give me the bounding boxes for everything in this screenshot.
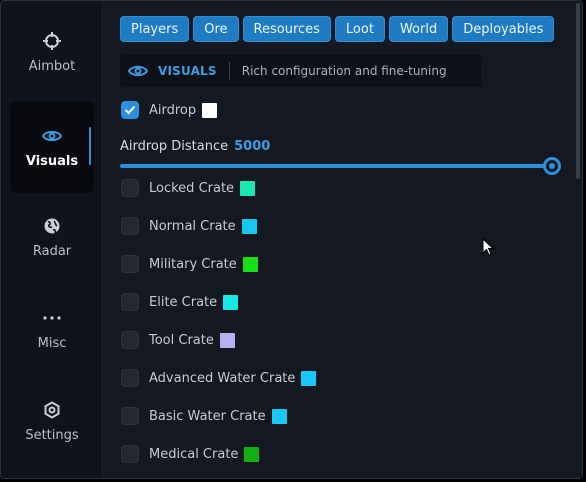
list-item: Advanced Water Crate bbox=[121, 368, 317, 388]
sidebar-item-misc[interactable]: Misc bbox=[10, 283, 94, 375]
airdrop-distance-label: Airdrop Distance 5000 bbox=[120, 139, 270, 154]
sidebar-item-label: Visuals bbox=[25, 153, 79, 169]
header-divider bbox=[228, 62, 230, 80]
elite-crate-color-swatch[interactable] bbox=[223, 294, 239, 310]
active-indicator bbox=[89, 127, 91, 165]
advanced-water-crate-checkbox[interactable] bbox=[121, 369, 139, 387]
crosshair-icon bbox=[42, 31, 62, 51]
sidebar-item-settings[interactable]: Settings bbox=[10, 375, 94, 467]
military-crate-color-swatch[interactable] bbox=[242, 256, 258, 272]
sidebar-item-visuals[interactable]: Visuals bbox=[10, 101, 94, 193]
advanced-water-crate-label: Advanced Water Crate bbox=[149, 370, 296, 386]
main-panel: Players Ore Resources Loot World Deploya… bbox=[104, 1, 582, 478]
slider-label-text: Airdrop Distance bbox=[120, 139, 229, 154]
sidebar-item-aimbot[interactable]: Aimbot bbox=[10, 6, 94, 98]
check-icon bbox=[124, 105, 136, 115]
tool-crate-color-swatch[interactable] bbox=[219, 332, 235, 348]
sidebar-item-label: Radar bbox=[32, 243, 72, 259]
airdrop-checkbox[interactable] bbox=[121, 101, 139, 119]
category-tabs: Players Ore Resources Loot World Deploya… bbox=[120, 16, 555, 42]
tab-ore[interactable]: Ore bbox=[193, 16, 239, 42]
eye-icon bbox=[42, 126, 62, 146]
airdrop-label: Airdrop bbox=[149, 102, 197, 118]
tab-players[interactable]: Players bbox=[120, 16, 190, 42]
list-item: Military Crate bbox=[121, 254, 258, 274]
slider-value: 5000 bbox=[234, 139, 271, 154]
list-item: Tool Crate bbox=[121, 330, 235, 350]
basic-water-crate-checkbox[interactable] bbox=[121, 407, 139, 425]
tab-loot[interactable]: Loot bbox=[334, 16, 385, 42]
gear-icon bbox=[42, 400, 62, 420]
scrollbar[interactable] bbox=[576, 3, 580, 179]
elite-crate-label: Elite Crate bbox=[149, 294, 218, 310]
globe-icon bbox=[42, 216, 62, 236]
app-window: Aimbot Visuals Radar Misc Settings Playe… bbox=[0, 0, 583, 479]
military-crate-checkbox[interactable] bbox=[121, 255, 139, 273]
military-crate-label: Military Crate bbox=[149, 256, 237, 272]
airdrop-distance-slider[interactable] bbox=[120, 164, 552, 168]
mouse-cursor-icon bbox=[482, 238, 494, 256]
locked-crate-checkbox[interactable] bbox=[121, 179, 139, 197]
slider-handle[interactable] bbox=[543, 157, 561, 175]
sidebar-item-label: Misc bbox=[37, 335, 67, 351]
sidebar-item-label: Aimbot bbox=[28, 58, 76, 74]
section-header: VISUALS Rich configuration and fine-tuni… bbox=[120, 55, 481, 87]
locked-crate-label: Locked Crate bbox=[149, 180, 235, 196]
list-item: Normal Crate bbox=[121, 216, 257, 236]
locked-crate-color-swatch[interactable] bbox=[240, 180, 256, 196]
eye-icon bbox=[128, 61, 148, 81]
basic-water-crate-label: Basic Water Crate bbox=[149, 408, 266, 424]
list-item: Medical Crate bbox=[121, 444, 260, 464]
advanced-water-crate-color-swatch[interactable] bbox=[301, 370, 317, 386]
tool-crate-checkbox[interactable] bbox=[121, 331, 139, 349]
normal-crate-checkbox[interactable] bbox=[121, 217, 139, 235]
tool-crate-label: Tool Crate bbox=[149, 332, 214, 348]
sidebar-item-radar[interactable]: Radar bbox=[10, 191, 94, 283]
tab-world[interactable]: World bbox=[388, 16, 449, 42]
airdrop-color-swatch[interactable] bbox=[202, 102, 218, 118]
basic-water-crate-color-swatch[interactable] bbox=[271, 408, 287, 424]
section-title: VISUALS bbox=[158, 64, 217, 78]
list-item: Elite Crate bbox=[121, 292, 239, 312]
tab-deployables[interactable]: Deployables bbox=[452, 16, 555, 42]
tab-resources[interactable]: Resources bbox=[242, 16, 331, 42]
elite-crate-checkbox[interactable] bbox=[121, 293, 139, 311]
normal-crate-label: Normal Crate bbox=[149, 218, 236, 234]
more-icon bbox=[42, 308, 62, 328]
slider-handle-dot bbox=[549, 163, 555, 169]
medical-crate-label: Medical Crate bbox=[149, 446, 239, 462]
normal-crate-color-swatch[interactable] bbox=[241, 218, 257, 234]
sidebar: Aimbot Visuals Radar Misc Settings bbox=[1, 1, 103, 478]
medical-crate-checkbox[interactable] bbox=[121, 445, 139, 463]
sidebar-item-label: Settings bbox=[25, 427, 79, 443]
section-description: Rich configuration and fine-tuning bbox=[241, 64, 447, 78]
list-item: Locked Crate bbox=[121, 178, 256, 198]
medical-crate-color-swatch[interactable] bbox=[244, 446, 260, 462]
airdrop-row: Airdrop bbox=[121, 100, 218, 120]
list-item: Basic Water Crate bbox=[121, 406, 287, 426]
